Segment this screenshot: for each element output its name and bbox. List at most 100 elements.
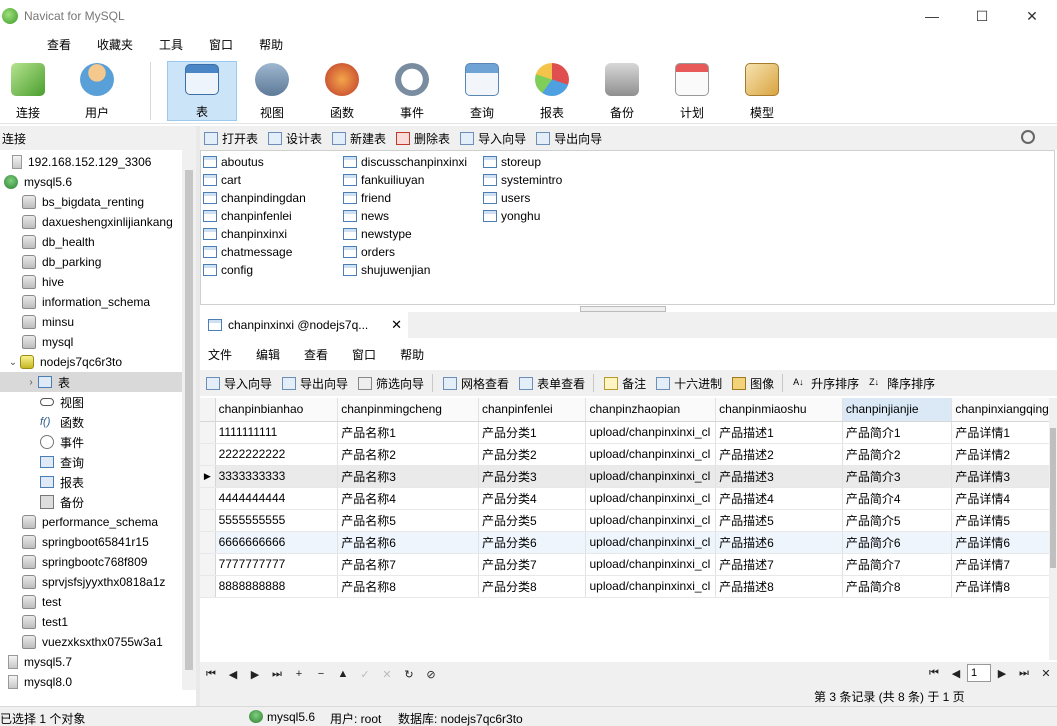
- report-button[interactable]: 报表: [519, 61, 585, 121]
- grid-view-button[interactable]: 网格查看: [443, 375, 509, 392]
- tree-conn-mysql56[interactable]: mysql5.6: [0, 172, 182, 192]
- grid-cell[interactable]: 产品描述6: [715, 531, 843, 554]
- tree-db[interactable]: test: [0, 592, 182, 612]
- next-record-icon[interactable]: ▶: [244, 668, 266, 681]
- tree-db[interactable]: performance_schema: [0, 512, 182, 532]
- tree-db-open[interactable]: ⌄ nodejs7qc6r3to: [0, 352, 182, 372]
- table-item[interactable]: news: [343, 207, 389, 225]
- grid-cell[interactable]: 产品详情3: [951, 465, 1049, 488]
- stop-icon[interactable]: ⊘: [420, 668, 442, 681]
- grid-cell[interactable]: 产品简介8: [842, 575, 953, 598]
- grid-cell[interactable]: 产品分类6: [478, 531, 587, 554]
- column-header[interactable]: chanpinjianjie: [842, 398, 953, 422]
- submenu-edit[interactable]: 编辑: [244, 346, 292, 363]
- connection-button[interactable]: 连接: [0, 61, 61, 121]
- grid-cell[interactable]: 8888888888: [215, 575, 339, 598]
- delete-record-icon[interactable]: −: [310, 668, 332, 680]
- table-item[interactable]: fankuiliuyan: [343, 171, 424, 189]
- table-item[interactable]: chanpinfenlei: [203, 207, 292, 225]
- query-button[interactable]: 查询: [449, 61, 515, 121]
- form-view-button[interactable]: 表单查看: [519, 375, 585, 392]
- settings-icon[interactable]: ✕: [1035, 667, 1057, 680]
- open-table-button[interactable]: 打开表: [204, 130, 258, 147]
- table-button[interactable]: 表: [167, 61, 237, 121]
- hex-button[interactable]: 十六进制: [656, 375, 722, 392]
- grid-cell[interactable]: 产品分类8: [478, 575, 587, 598]
- grid-cell[interactable]: 产品详情4: [951, 487, 1049, 510]
- table-item[interactable]: orders: [343, 243, 395, 261]
- export-wizard-button[interactable]: 导出向导: [536, 130, 602, 147]
- tree-db[interactable]: information_schema: [0, 292, 182, 312]
- grid-cell[interactable]: 产品分类1: [478, 421, 587, 444]
- last-record-icon[interactable]: ⏭: [266, 668, 288, 681]
- grid-cell[interactable]: 产品名称6: [337, 531, 479, 554]
- add-record-icon[interactable]: +: [288, 668, 310, 680]
- grid-cell[interactable]: 产品详情2: [951, 443, 1049, 466]
- previous-page-icon[interactable]: ◀: [945, 667, 967, 680]
- tree-db[interactable]: minsu: [0, 312, 182, 332]
- search-icon[interactable]: [1021, 130, 1035, 144]
- grid-cell[interactable]: 产品分类5: [478, 509, 587, 532]
- table-item[interactable]: systemintro: [483, 171, 562, 189]
- tree-db[interactable]: db_parking: [0, 252, 182, 272]
- function-button[interactable]: 函数: [309, 61, 375, 121]
- grid-cell[interactable]: 产品分类7: [478, 553, 587, 576]
- row-indicator[interactable]: [200, 443, 216, 466]
- import-wizard-button[interactable]: 导入向导: [460, 130, 526, 147]
- grid-cell[interactable]: 产品简介4: [842, 487, 953, 510]
- schedule-button[interactable]: 计划: [659, 61, 725, 121]
- table-row[interactable]: 2222222222 产品名称2 产品分类2 upload/chanpinxin…: [200, 443, 1049, 466]
- chevron-down-icon[interactable]: ⌄: [8, 357, 18, 368]
- minimize-button[interactable]: —: [907, 0, 957, 32]
- next-page-icon[interactable]: ▶: [991, 667, 1013, 680]
- tree-db[interactable]: springbootc768f809: [0, 552, 182, 572]
- grid-cell[interactable]: 产品详情5: [951, 509, 1049, 532]
- grid-cell[interactable]: upload/chanpinxinxi_cl: [585, 553, 717, 576]
- row-indicator[interactable]: [200, 531, 216, 554]
- tree-events-node[interactable]: 事件: [0, 432, 182, 452]
- table-item[interactable]: aboutus: [203, 153, 264, 171]
- view-button[interactable]: 视图: [239, 61, 305, 121]
- grid-cell[interactable]: 产品名称4: [337, 487, 479, 510]
- grid-cell[interactable]: 产品详情7: [951, 553, 1049, 576]
- apply-changes-icon[interactable]: ✓: [354, 668, 376, 681]
- grid-cell[interactable]: upload/chanpinxinxi_cl: [585, 465, 717, 488]
- tree-db[interactable]: hive: [0, 272, 182, 292]
- sort-ascending-button[interactable]: A↓ 升序排序: [793, 375, 859, 392]
- table-item[interactable]: cart: [203, 171, 241, 189]
- table-item[interactable]: discusschanpinxinxi: [343, 153, 467, 171]
- table-item[interactable]: chatmessage: [203, 243, 292, 261]
- grid-cell[interactable]: 产品简介2: [842, 443, 953, 466]
- tree-db[interactable]: springboot65841r15: [0, 532, 182, 552]
- previous-record-icon[interactable]: ◀: [222, 668, 244, 681]
- table-item[interactable]: users: [483, 189, 530, 207]
- table-item[interactable]: chanpinxinxi: [203, 225, 287, 243]
- grid-cell[interactable]: 5555555555: [215, 509, 339, 532]
- grid-cell[interactable]: 产品描述4: [715, 487, 843, 510]
- tree-server[interactable]: 192.168.152.129_3306: [0, 152, 182, 172]
- grid-cell[interactable]: 产品详情8: [951, 575, 1049, 598]
- table-row[interactable]: 7777777777 产品名称7 产品分类7 upload/chanpinxin…: [200, 553, 1049, 576]
- grid-cell[interactable]: 产品描述5: [715, 509, 843, 532]
- table-item[interactable]: yonghu: [483, 207, 540, 225]
- table-item[interactable]: config: [203, 261, 253, 279]
- grid-cell[interactable]: 6666666666: [215, 531, 339, 554]
- grid-cell[interactable]: upload/chanpinxinxi_cl: [585, 531, 717, 554]
- column-header[interactable]: chanpinfenlei: [478, 398, 587, 422]
- grid-cell[interactable]: 产品描述8: [715, 575, 843, 598]
- grid-cell[interactable]: upload/chanpinxinxi_cl: [585, 575, 717, 598]
- scrollbar-thumb[interactable]: [185, 170, 193, 670]
- tree-views-node[interactable]: 视图: [0, 392, 182, 412]
- sort-descending-button[interactable]: Z↓ 降序排序: [869, 375, 935, 392]
- event-button[interactable]: 事件: [379, 61, 445, 121]
- tree-conn-mysql57[interactable]: mysql5.7: [0, 652, 182, 672]
- close-tab-icon[interactable]: ✕: [391, 317, 402, 333]
- column-header[interactable]: chanpinxiangqing: [951, 398, 1049, 422]
- grid-cell[interactable]: upload/chanpinxinxi_cl: [585, 443, 717, 466]
- grid-cell[interactable]: 产品简介6: [842, 531, 953, 554]
- grid-cell[interactable]: 产品详情1: [951, 421, 1049, 444]
- submenu-view[interactable]: 查看: [292, 346, 340, 363]
- tree-db[interactable]: test1: [0, 612, 182, 632]
- menu-favorites[interactable]: 收藏夹: [84, 36, 146, 53]
- grid-cell[interactable]: 产品名称1: [337, 421, 479, 444]
